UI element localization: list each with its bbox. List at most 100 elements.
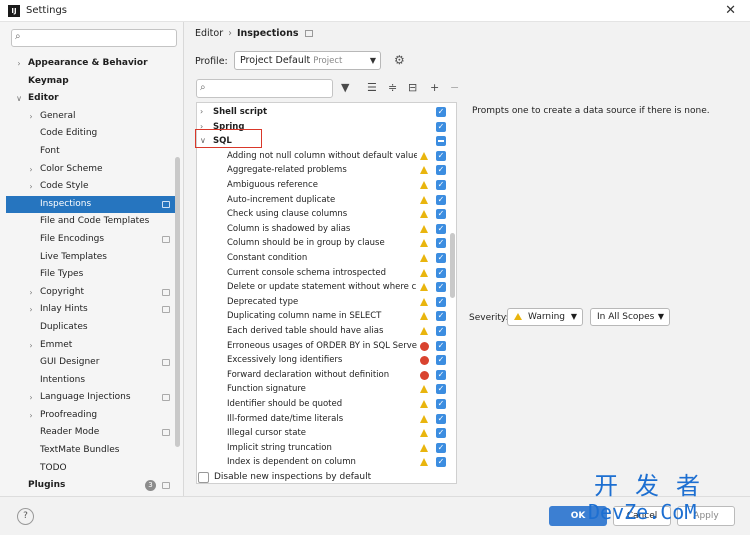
severity-dropdown[interactable]: Warning ▼ — [507, 308, 583, 326]
inspection-item[interactable]: Excessively long identifiers ✓ — [197, 353, 447, 368]
chevron-right-icon[interactable]: › — [26, 161, 36, 179]
inspections-scrollbar[interactable] — [450, 233, 455, 298]
inspection-checkbox[interactable]: ✓ — [436, 107, 446, 117]
chevron-right-icon[interactable]: › — [26, 284, 36, 302]
sidebar-item-inlay-hints[interactable]: › Inlay Hints — [6, 301, 176, 319]
inspection-checkbox[interactable]: ✓ — [436, 340, 446, 351]
collapse-all-icon[interactable]: ≑ — [388, 81, 397, 94]
inspection-checkbox[interactable]: ✓ — [436, 121, 446, 132]
inspection-item[interactable]: Duplicating column name in SELECT ✓ — [197, 309, 447, 324]
inspection-checkbox[interactable]: ✓ — [436, 238, 446, 249]
inspection-item[interactable]: Constant condition ✓ — [197, 251, 447, 266]
sidebar-item-appearance-behavior[interactable]: › Appearance & Behavior — [6, 55, 176, 73]
profile-dropdown[interactable]: Project Default Project ▼ — [234, 51, 381, 70]
sidebar-item-font[interactable]: Font — [6, 143, 176, 161]
inspection-item[interactable]: Identifier should be quoted ✓ — [197, 397, 447, 412]
inspection-item[interactable]: Deprecated type ✓ — [197, 295, 447, 310]
sidebar-item-textmate-bundles[interactable]: TextMate Bundles — [6, 442, 176, 460]
inspection-checkbox[interactable]: ✓ — [436, 399, 446, 409]
chevron-right-icon[interactable]: › — [26, 108, 36, 126]
inspection-item[interactable]: Aggregate-related problems ✓ — [197, 163, 447, 178]
sidebar-item-general[interactable]: › General — [6, 108, 176, 126]
sidebar-item-color-scheme[interactable]: › Color Scheme — [6, 161, 176, 179]
inspection-checkbox[interactable]: ✓ — [436, 384, 446, 395]
chevron-right-icon[interactable]: › — [26, 337, 36, 355]
inspection-checkbox[interactable]: ✓ — [436, 165, 446, 176]
sidebar-item-editor[interactable]: ∨ Editor — [6, 90, 176, 108]
inspection-item[interactable]: Function signature ✓ — [197, 382, 447, 397]
inspection-item[interactable]: Illegal cursor state ✓ — [197, 426, 447, 441]
inspection-checkbox[interactable]: ✓ — [436, 282, 446, 293]
inspection-checkbox[interactable]: ✓ — [436, 413, 446, 424]
remove-icon[interactable]: − — [450, 81, 459, 94]
inspection-checkbox[interactable]: ✓ — [436, 311, 446, 322]
settings-search-input[interactable]: ⌕ — [11, 29, 177, 47]
chevron-down-icon[interactable]: ∨ — [14, 90, 24, 108]
chevron-right-icon[interactable]: › — [26, 407, 36, 425]
inspection-item[interactable]: Column is shadowed by alias ✓ — [197, 222, 447, 237]
inspection-item[interactable]: Adding not null column without default v… — [197, 149, 447, 164]
filter-icon[interactable]: ▼ — [341, 81, 349, 94]
inspection-group[interactable]: › Shell script ✓ — [197, 105, 447, 120]
inspection-checkbox[interactable]: ✓ — [436, 150, 446, 161]
sidebar-item-emmet[interactable]: › Emmet — [6, 337, 176, 355]
sidebar-item-language-injections[interactable]: › Language Injections — [6, 389, 176, 407]
help-button[interactable]: ? — [17, 508, 34, 525]
apply-button[interactable]: Apply — [677, 506, 735, 526]
sidebar-item-gui-designer[interactable]: GUI Designer — [6, 354, 176, 372]
sidebar-item-code-editing[interactable]: Code Editing — [6, 125, 176, 143]
chevron-right-icon[interactable]: › — [200, 105, 208, 120]
inspection-item[interactable]: Delete or update statement without where… — [197, 280, 447, 295]
sidebar-item-file-encodings[interactable]: File Encodings — [6, 231, 176, 249]
cancel-button[interactable]: Cancel — [613, 506, 671, 526]
ok-button[interactable]: OK — [549, 506, 607, 526]
inspection-checkbox[interactable]: ✓ — [436, 194, 446, 205]
inspection-checkbox[interactable]: ✓ — [436, 180, 446, 190]
inspection-checkbox[interactable]: ✓ — [436, 223, 446, 234]
chevron-right-icon[interactable]: › — [14, 55, 24, 73]
close-window-button[interactable]: ✕ — [725, 3, 736, 18]
sidebar-item-plugins[interactable]: Plugins 3 — [6, 477, 176, 495]
inspection-checkbox[interactable]: ✓ — [436, 428, 446, 439]
chevron-right-icon[interactable]: › — [26, 389, 36, 407]
inspection-checkbox[interactable] — [436, 136, 446, 147]
inspection-item[interactable]: Implicit string truncation ✓ — [197, 441, 447, 456]
inspection-item[interactable]: Check using clause columns ✓ — [197, 207, 447, 222]
sidebar-item-file-and-code-templates[interactable]: File and Code Templates — [6, 213, 176, 231]
inspection-checkbox[interactable]: ✓ — [436, 355, 446, 366]
inspection-item[interactable]: Ambiguous reference ✓ — [197, 178, 447, 193]
sidebar-item-duplicates[interactable]: Duplicates — [6, 319, 176, 337]
sidebar-item-keymap[interactable]: Keymap — [6, 73, 176, 91]
gear-icon[interactable]: ⚙ — [394, 53, 405, 67]
inspection-item[interactable]: Erroneous usages of ORDER BY in SQL Serv… — [197, 339, 447, 354]
sidebar-item-copyright[interactable]: › Copyright — [6, 284, 176, 302]
sidebar-item-todo[interactable]: TODO — [6, 460, 176, 478]
settings-tree-scrollbar[interactable] — [175, 157, 180, 447]
inspection-checkbox[interactable]: ✓ — [436, 267, 446, 278]
add-icon[interactable]: + — [430, 81, 439, 94]
inspection-checkbox[interactable]: ✓ — [436, 369, 446, 380]
inspection-item[interactable]: Auto-increment duplicate ✓ — [197, 193, 447, 208]
inspection-checkbox[interactable]: ✓ — [436, 442, 446, 453]
chevron-right-icon[interactable]: › — [26, 301, 36, 319]
sidebar-item-intentions[interactable]: Intentions — [6, 372, 176, 390]
sidebar-item-inspections[interactable]: Inspections — [6, 195, 176, 214]
sidebar-item-code-style[interactable]: › Code Style — [6, 178, 176, 196]
expand-all-icon[interactable]: ☰ — [367, 81, 377, 94]
inspection-checkbox[interactable]: ✓ — [436, 253, 446, 263]
inspection-checkbox[interactable]: ✓ — [436, 457, 446, 468]
disable-new-inspections-checkbox[interactable] — [198, 472, 209, 483]
scope-dropdown[interactable]: In All Scopes ▼ — [590, 308, 670, 326]
sidebar-item-file-types[interactable]: File Types — [6, 266, 176, 284]
inspection-item[interactable]: Index is dependent on column ✓ — [197, 455, 447, 470]
sidebar-item-proofreading[interactable]: › Proofreading — [6, 407, 176, 425]
chevron-right-icon[interactable]: › — [26, 178, 36, 196]
inspection-checkbox[interactable]: ✓ — [436, 296, 446, 307]
inspection-checkbox[interactable]: ✓ — [436, 209, 446, 220]
inspection-item[interactable]: Forward declaration without definition ✓ — [197, 368, 447, 383]
inspection-item[interactable]: Current console schema introspected ✓ — [197, 266, 447, 281]
inspection-checkbox[interactable]: ✓ — [436, 326, 446, 336]
sidebar-item-live-templates[interactable]: Live Templates — [6, 249, 176, 267]
inspection-item[interactable]: Column should be in group by clause ✓ — [197, 236, 447, 251]
sidebar-item-reader-mode[interactable]: Reader Mode — [6, 424, 176, 442]
